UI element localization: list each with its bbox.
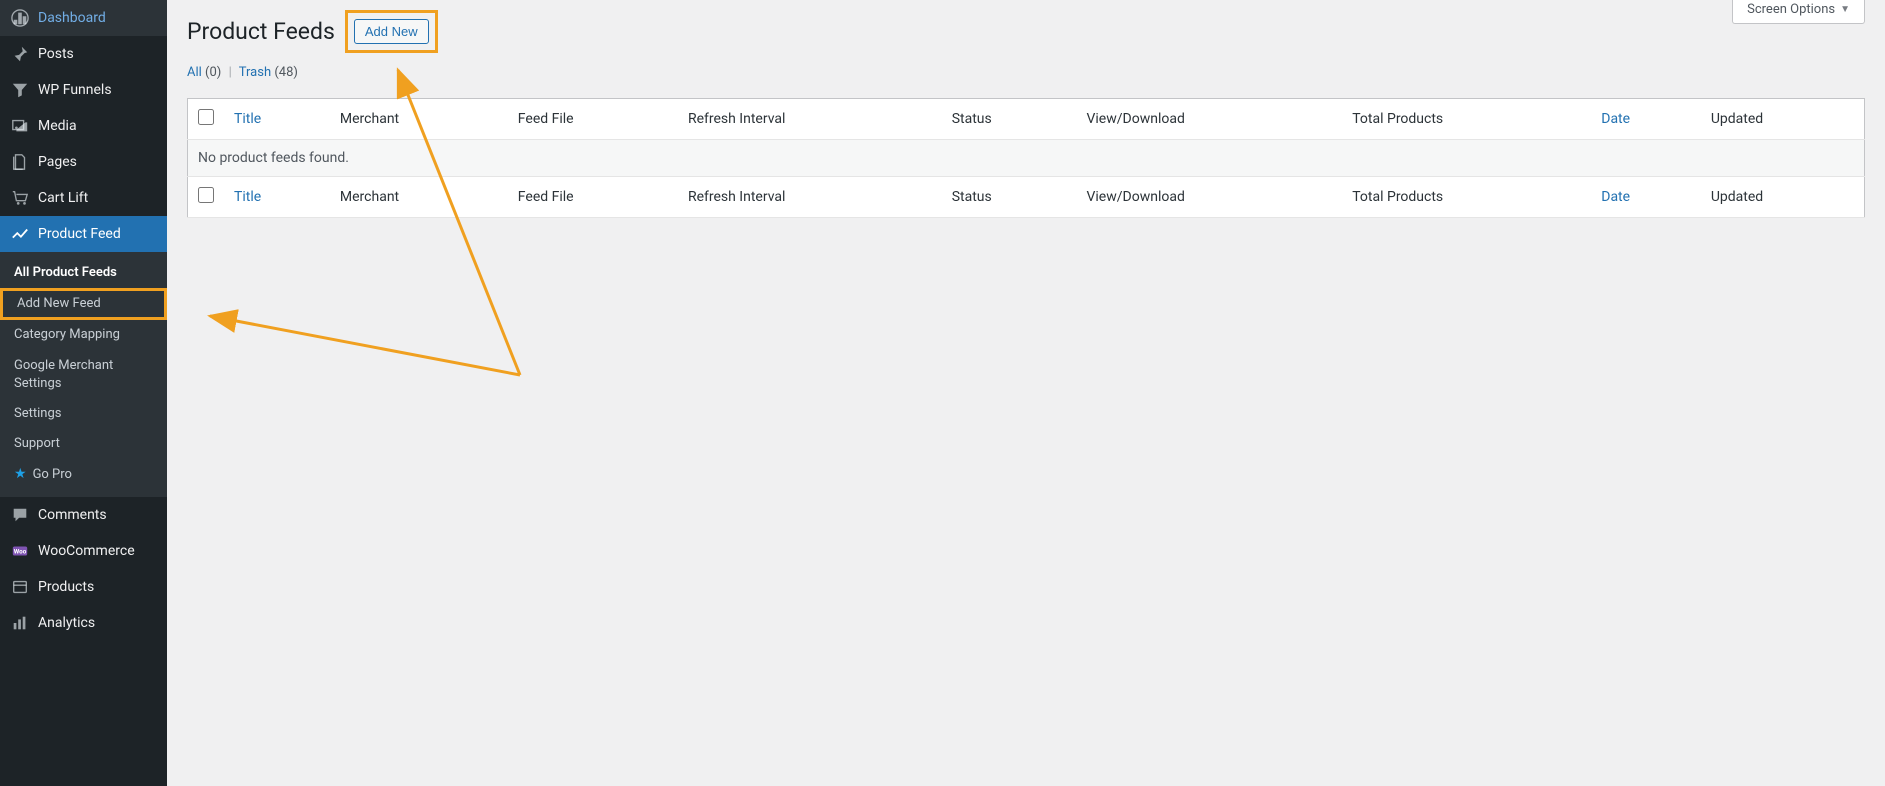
col-updated-foot: Updated [1701,177,1865,218]
submenu-go-pro[interactable]: ★ Go Pro [0,459,167,491]
sidebar-label: WooCommerce [38,543,135,559]
table-footer-row: Title Merchant Feed File Refresh Interva… [188,177,1865,218]
select-all-top-checkbox[interactable] [198,109,214,125]
sidebar-item-media[interactable]: Media [0,108,167,144]
cart-icon [10,188,30,208]
star-icon: ★ [14,466,27,482]
submenu-settings[interactable]: Settings [0,399,167,429]
col-title-sort[interactable]: Title [234,111,261,127]
submenu-google-merchant-settings[interactable]: Google Merchant Settings [0,351,167,399]
filter-all-link[interactable]: All [187,65,202,80]
col-title-foot: Title [224,177,330,218]
filter-all-count: (0) [205,65,221,80]
sidebar-item-products[interactable]: Products [0,569,167,605]
col-merchant: Merchant [330,99,508,140]
sidebar-item-dashboard[interactable]: Dashboard [0,0,167,36]
sidebar-label: Analytics [38,615,95,631]
col-updated: Updated [1701,99,1865,140]
main-content: Screen Options ▼ Product Feeds Add New A… [167,0,1885,786]
svg-text:Woo: Woo [14,548,27,556]
screen-options-label: Screen Options [1747,2,1835,17]
page-title: Product Feeds [187,18,335,45]
screen-options-button[interactable]: Screen Options ▼ [1732,0,1865,24]
sidebar-label: WP Funnels [38,82,112,98]
col-status: Status [942,99,1077,140]
col-date-sort[interactable]: Date [1601,111,1630,127]
pages-icon [10,152,30,172]
filter-trash-link[interactable]: Trash [239,65,271,80]
col-date: Date [1591,99,1701,140]
woocommerce-icon: Woo [10,541,30,561]
col-view-download-foot: View/Download [1076,177,1342,218]
dashboard-icon [10,8,30,28]
col-merchant-foot: Merchant [330,177,508,218]
sidebar-label: Cart Lift [38,190,88,206]
sidebar-item-woocommerce[interactable]: Woo WooCommerce [0,533,167,569]
col-checkbox-foot [188,177,225,218]
submenu-category-mapping[interactable]: Category Mapping [0,320,167,350]
col-date-foot: Date [1591,177,1701,218]
col-view-download: View/Download [1076,99,1342,140]
filter-separator: | [225,65,236,80]
sidebar-label: Posts [38,46,74,62]
comments-icon [10,505,30,525]
sidebar-item-productfeed[interactable]: Product Feed [0,216,167,252]
chevron-down-icon: ▼ [1840,4,1850,15]
submenu-all-product-feeds[interactable]: All Product Feeds [0,258,167,288]
add-new-highlight-box: Add New [345,10,438,53]
sidebar-label: Dashboard [38,10,106,26]
funnel-icon [10,80,30,100]
sidebar-item-analytics[interactable]: Analytics [0,605,167,641]
chart-line-icon [10,224,30,244]
col-date-sort-foot[interactable]: Date [1601,189,1630,205]
table-empty-row: No product feeds found. [188,140,1865,177]
filter-links: All (0) | Trash (48) [187,65,1865,80]
sidebar-label: Product Feed [38,226,121,242]
col-total-products: Total Products [1342,99,1591,140]
col-title: Title [224,99,330,140]
col-status-foot: Status [942,177,1077,218]
filter-trash-count: (48) [274,65,298,80]
select-all-bottom-checkbox[interactable] [198,187,214,203]
submenu-support[interactable]: Support [0,429,167,459]
col-title-sort-foot[interactable]: Title [234,189,261,205]
sidebar-item-cartlift[interactable]: Cart Lift [0,180,167,216]
sidebar-item-comments[interactable]: Comments [0,497,167,533]
products-icon [10,577,30,597]
col-feed-file-foot: Feed File [508,177,678,218]
col-feed-file: Feed File [508,99,678,140]
submenu-add-new-feed[interactable]: Add New Feed [0,288,167,320]
col-total-products-foot: Total Products [1342,177,1591,218]
table-header-row: Title Merchant Feed File Refresh Interva… [188,99,1865,140]
sidebar-item-posts[interactable]: Posts [0,36,167,72]
submenu-go-pro-label: Go Pro [33,467,72,482]
page-heading: Product Feeds Add New [187,10,1865,53]
media-icon [10,116,30,136]
pin-icon [10,44,30,64]
analytics-icon [10,613,30,633]
sidebar-label: Media [38,118,77,134]
add-new-button[interactable]: Add New [354,19,429,44]
sidebar-label: Products [38,579,94,595]
sidebar-label: Pages [38,154,77,170]
sidebar-item-wpfunnels[interactable]: WP Funnels [0,72,167,108]
empty-message: No product feeds found. [188,140,1865,177]
sidebar-submenu-productfeed: All Product Feeds Add New Feed Category … [0,252,167,497]
sidebar-label: Comments [38,507,107,523]
product-feeds-table: Title Merchant Feed File Refresh Interva… [187,98,1865,218]
admin-sidebar: Dashboard Posts WP Funnels Media Pages C… [0,0,167,786]
sidebar-item-pages[interactable]: Pages [0,144,167,180]
col-refresh-interval: Refresh Interval [678,99,942,140]
col-checkbox [188,99,225,140]
col-refresh-interval-foot: Refresh Interval [678,177,942,218]
